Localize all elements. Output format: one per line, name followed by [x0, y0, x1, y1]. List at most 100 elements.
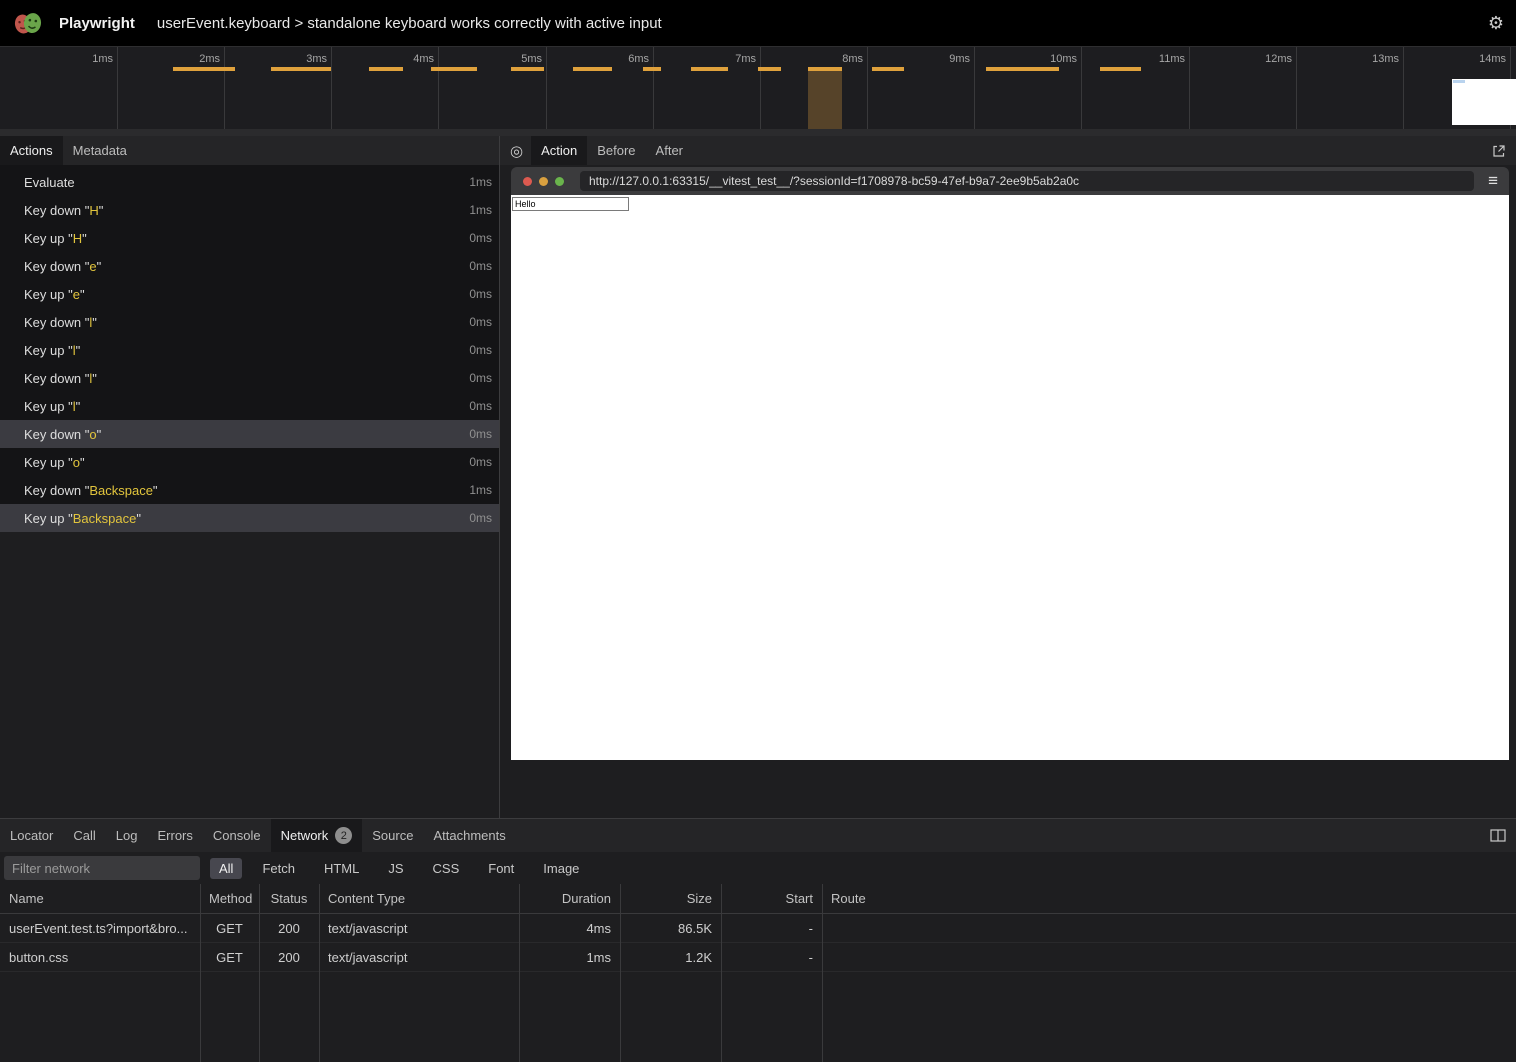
timeline-track[interactable]: 1ms2ms3ms4ms5ms6ms7ms8ms9ms10ms11ms12ms1… [0, 47, 1516, 130]
timeline[interactable]: 1ms2ms3ms4ms5ms6ms7ms8ms9ms10ms11ms12ms1… [0, 46, 1516, 136]
action-key-value: l [89, 315, 92, 330]
action-duration: 0ms [469, 427, 499, 441]
external-link-icon[interactable] [1482, 136, 1516, 165]
action-duration: 0ms [469, 371, 499, 385]
filter-chip-image[interactable]: Image [534, 858, 588, 879]
timeline-action-bar[interactable] [758, 67, 781, 71]
column-header: Route [822, 891, 1516, 906]
network-table-row[interactable]: button.cssGET200text/javascript1ms1.2K- [0, 943, 1516, 972]
snapshot-tabs: ActionBeforeAfter [531, 136, 693, 165]
tab-attachments[interactable]: Attachments [423, 819, 515, 852]
timeline-action-bar[interactable] [573, 67, 612, 71]
tab-log[interactable]: Log [106, 819, 148, 852]
column-separator [519, 884, 520, 1062]
filter-chip-js[interactable]: JS [379, 858, 412, 879]
snapshot-panel: ◎ ActionBeforeAfter [500, 136, 1516, 818]
network-count-badge: 2 [335, 827, 352, 844]
filter-chip-all[interactable]: All [210, 858, 242, 879]
split-view-icon[interactable] [1480, 819, 1516, 852]
filter-network-input[interactable] [4, 856, 200, 880]
timeline-tick-label: 9ms [914, 53, 970, 65]
target-icon[interactable]: ◎ [500, 136, 531, 165]
action-row[interactable]: Key down "e"0ms [0, 252, 499, 280]
timeline-action-bar[interactable] [511, 67, 544, 71]
filter-chip-fetch[interactable]: Fetch [253, 858, 304, 879]
tab-before[interactable]: Before [587, 136, 645, 165]
action-key-value: Backspace [89, 483, 153, 498]
tab-metadata[interactable]: Metadata [63, 136, 137, 165]
table-cell: GET [200, 950, 259, 965]
action-row[interactable]: Key down "l"0ms [0, 364, 499, 392]
timeline-action-bar[interactable] [986, 67, 1059, 71]
snapshot-text-input[interactable] [512, 197, 629, 211]
action-row[interactable]: Key up "l"0ms [0, 336, 499, 364]
timeline-selected-region[interactable] [808, 67, 842, 130]
table-cell: 200 [259, 950, 319, 965]
timeline-tick-label: 6ms [593, 53, 649, 65]
action-row[interactable]: Key down "o"0ms [0, 420, 499, 448]
column-separator [200, 884, 201, 1062]
timeline-tick-label: 5ms [486, 53, 542, 65]
tab-network[interactable]: Network2 [271, 819, 363, 852]
timeline-tick-label: 3ms [271, 53, 327, 65]
column-separator [822, 884, 823, 1062]
action-row[interactable]: Key down "l"0ms [0, 308, 499, 336]
maximize-dot-icon [555, 177, 564, 186]
table-cell: 1ms [519, 950, 620, 965]
timeline-action-bar[interactable] [691, 67, 728, 71]
table-cell: userEvent.test.ts?import&bro... [0, 921, 200, 936]
action-duration: 0ms [469, 343, 499, 357]
action-row[interactable]: Evaluate1ms [0, 168, 499, 196]
action-row[interactable]: Key up "l"0ms [0, 392, 499, 420]
timeline-action-bar[interactable] [431, 67, 477, 71]
tab-actions[interactable]: Actions [0, 136, 63, 165]
timeline-gridline [546, 47, 547, 130]
timeline-tick-label: 4ms [378, 53, 434, 65]
timeline-action-bar[interactable] [173, 67, 235, 71]
actions-tab-strip: ActionsMetadata [0, 136, 499, 165]
action-title: Key up "l" [0, 343, 469, 358]
column-header: Name [0, 891, 200, 906]
table-cell: GET [200, 921, 259, 936]
network-table-row[interactable]: userEvent.test.ts?import&bro...GET200tex… [0, 914, 1516, 943]
timeline-action-bar[interactable] [271, 67, 331, 71]
tab-errors[interactable]: Errors [147, 819, 202, 852]
table-cell: - [721, 921, 822, 936]
action-row[interactable]: Key up "o"0ms [0, 448, 499, 476]
timeline-action-bar[interactable] [1100, 67, 1141, 71]
action-key-value: Backspace [73, 511, 137, 526]
timeline-scroll-band[interactable] [0, 129, 1516, 136]
tab-call[interactable]: Call [63, 819, 105, 852]
action-title: Key up "o" [0, 455, 469, 470]
main-content: ActionsMetadata Evaluate1msKey down "H"1… [0, 136, 1516, 818]
timeline-tick-label: 7ms [700, 53, 756, 65]
action-row[interactable]: Key up "H"0ms [0, 224, 499, 252]
action-duration: 1ms [469, 203, 499, 217]
timeline-action-bar[interactable] [872, 67, 904, 71]
tab-source[interactable]: Source [362, 819, 423, 852]
timeline-action-bar[interactable] [369, 67, 403, 71]
tab-locator[interactable]: Locator [0, 819, 63, 852]
action-key-value: l [89, 371, 92, 386]
gear-icon[interactable]: ⚙ [1488, 13, 1504, 34]
details-tabs: LocatorCallLogErrorsConsoleNetwork2Sourc… [0, 819, 516, 852]
timeline-tick-label: 2ms [164, 53, 220, 65]
address-bar: http://127.0.0.1:63315/__vitest_test__/?… [580, 171, 1474, 191]
filter-chip-font[interactable]: Font [479, 858, 523, 879]
table-cell: 4ms [519, 921, 620, 936]
action-duration: 0ms [469, 287, 499, 301]
tab-after[interactable]: After [646, 136, 693, 165]
action-row[interactable]: Key up "e"0ms [0, 280, 499, 308]
action-row[interactable]: Key up "Backspace"0ms [0, 504, 499, 532]
trace-viewer: Playwright userEvent.keyboard > standalo… [0, 0, 1516, 1062]
action-title: Key down "Backspace" [0, 483, 469, 498]
tab-action[interactable]: Action [531, 136, 587, 165]
timeline-action-bar[interactable] [643, 67, 661, 71]
filter-chip-html[interactable]: HTML [315, 858, 368, 879]
action-row[interactable]: Key down "H"1ms [0, 196, 499, 224]
action-key-value: e [89, 259, 96, 274]
filter-chip-css[interactable]: CSS [424, 858, 469, 879]
action-row[interactable]: Key down "Backspace"1ms [0, 476, 499, 504]
tab-console[interactable]: Console [203, 819, 271, 852]
network-table: NameMethodStatusContent TypeDurationSize… [0, 884, 1516, 1062]
